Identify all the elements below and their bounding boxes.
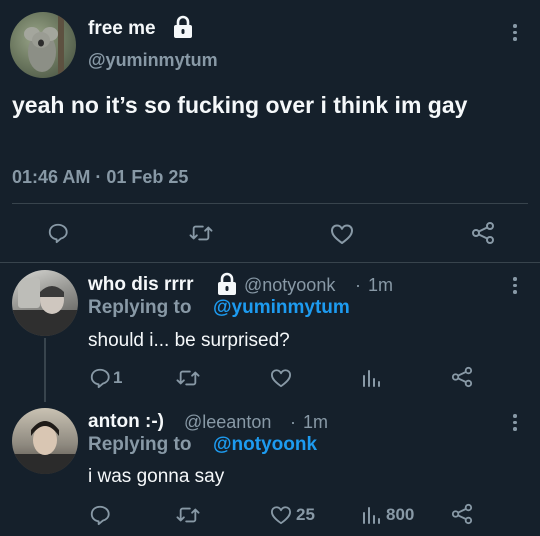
main-handle[interactable]: @yuminmytum <box>88 50 218 71</box>
person-avatar-image <box>12 421 78 474</box>
views-icon[interactable] <box>361 368 381 388</box>
reply-text: i was gonna say <box>88 466 225 487</box>
more-icon[interactable] <box>512 277 518 294</box>
share-icon[interactable] <box>451 366 473 388</box>
retweet-icon[interactable] <box>189 222 213 244</box>
like-count: 25 <box>296 505 315 524</box>
reply-display-name[interactable]: anton :-) <box>88 411 164 433</box>
replying-to-handle[interactable]: @notyoonk <box>213 434 317 456</box>
reply-handle[interactable]: @leeanton <box>184 412 271 433</box>
reply-display-name[interactable]: who dis rrrr <box>88 274 194 296</box>
avatar-reply-2[interactable] <box>12 408 78 474</box>
reply-icon[interactable] <box>89 367 111 389</box>
retweet-icon[interactable] <box>176 504 200 526</box>
like-icon[interactable] <box>270 505 292 525</box>
replying-to-handle[interactable]: @yuminmytum <box>213 297 350 319</box>
more-icon[interactable] <box>512 24 518 41</box>
reply-separator: · <box>290 412 296 432</box>
lock-icon <box>216 272 238 296</box>
reply-icon[interactable] <box>47 222 69 244</box>
person-avatar-image <box>12 278 78 336</box>
retweet-icon[interactable] <box>176 367 200 389</box>
more-icon[interactable] <box>512 414 518 431</box>
koala-avatar-image <box>24 12 64 78</box>
avatar-reply-1[interactable] <box>12 270 78 336</box>
main-timestamp[interactable]: 01:46 AM · 01 Feb 25 <box>12 167 188 188</box>
divider <box>12 203 528 204</box>
thread-line <box>44 338 46 402</box>
share-icon[interactable] <box>451 503 473 525</box>
replying-to-label: Replying to <box>88 434 192 455</box>
views-icon[interactable] <box>361 505 381 525</box>
reply-time[interactable]: 1m <box>303 412 328 433</box>
view-count: 800 <box>386 505 415 524</box>
reply-separator: · <box>355 275 361 295</box>
lock-icon <box>172 15 194 39</box>
reply-count: 1 <box>113 368 123 387</box>
main-display-name[interactable]: free me <box>88 18 156 40</box>
avatar-main[interactable] <box>10 12 76 78</box>
like-icon[interactable] <box>270 368 292 388</box>
share-icon[interactable] <box>471 221 495 245</box>
divider <box>0 262 540 263</box>
like-icon[interactable] <box>330 223 354 245</box>
reply-text: should i... be surprised? <box>88 330 290 351</box>
reply-handle[interactable]: @notyoonk <box>244 275 335 296</box>
replying-to-label: Replying to <box>88 297 192 318</box>
reply-icon[interactable] <box>89 504 111 526</box>
main-tweet-text: yeah no it’s so fucking over i think im … <box>12 92 468 118</box>
reply-time[interactable]: 1m <box>368 275 393 296</box>
